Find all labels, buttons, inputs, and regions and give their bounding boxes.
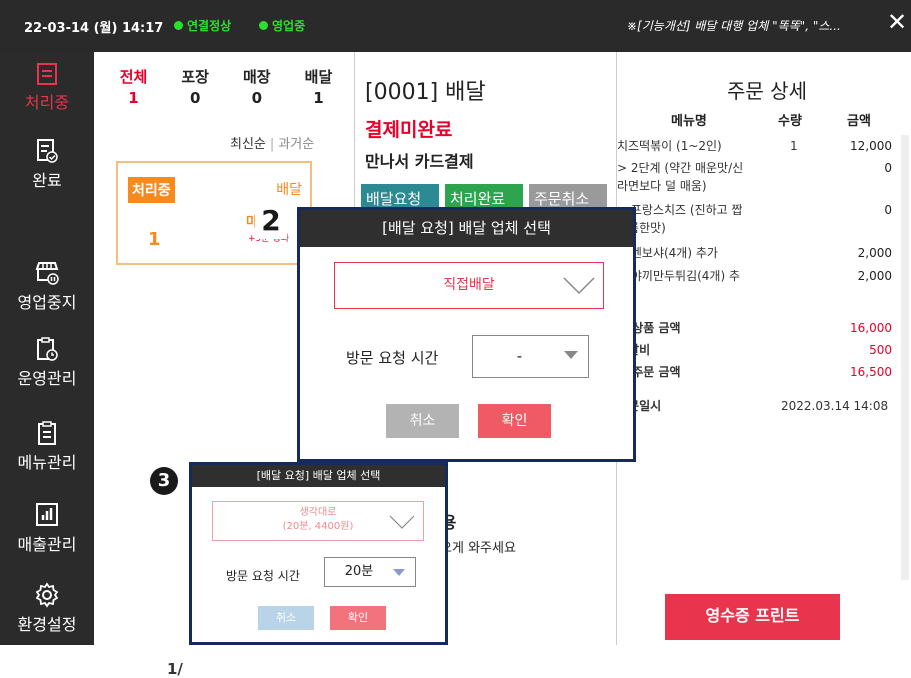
column-amount: 금액 (847, 114, 871, 129)
vendor-select[interactable]: 생각대로 (20분, 4400원) (212, 501, 424, 541)
confirm-button[interactable]: 확인 (478, 404, 551, 438)
sidebar-item-label: 메뉴관리 (17, 453, 77, 472)
sort-past[interactable]: 과거순 (278, 137, 314, 152)
dropdown-arrow-icon (564, 351, 578, 359)
total-amount: 16,000 (850, 321, 892, 335)
payment-method: 만나서 카드결제 (365, 152, 474, 171)
chevron-down-icon (389, 515, 415, 529)
sidebar-item-operations[interactable]: 운영관리 (0, 336, 94, 389)
dialog-title: [배달 요청] 배달 업체 선택 (300, 210, 633, 247)
visit-time-select[interactable]: 20분 (324, 557, 416, 587)
bar-chart-icon (36, 503, 58, 526)
store-pause-icon (35, 262, 59, 285)
tab-count: 0 (251, 89, 263, 107)
payment-status: 결제미완료 (365, 119, 453, 141)
step-marker-2: 2 (255, 203, 287, 239)
sidebar-item-sales[interactable]: 매출관리 (0, 502, 94, 555)
close-icon[interactable]: ✕ (887, 10, 907, 34)
menu-option-amount: 0 (884, 161, 892, 175)
visit-time-value: - (516, 347, 523, 365)
receipt-icon (37, 63, 57, 85)
print-receipt-button[interactable]: 영수증 프린트 (665, 594, 840, 640)
vendor-select[interactable]: 직접배달 (334, 262, 604, 309)
detail-title: 주문 상세 (727, 79, 807, 103)
order-detail-panel: 주문 상세 메뉴명 수량 금액 치즈떡볶이 (1~2인) 1 12,000 > … (617, 52, 911, 645)
request-memo-text: 조심히 오게 와주세요 (440, 541, 516, 556)
chevron-down-icon (563, 277, 595, 295)
sort-options: 최신순 | 과거순 (230, 133, 314, 152)
tab-count: 1 (128, 89, 139, 107)
sidebar-item-label: 처리중 (24, 93, 70, 112)
order-time: 2022.03.14 14:08 (781, 399, 889, 413)
sort-divider: | (269, 137, 275, 152)
notice-text[interactable]: ※[기능개선] 배달 대행 업체 "똑똑", "스... (627, 17, 872, 34)
delivery-vendor-dialog: [배달 요청] 배달 업체 선택 직접배달 방문 요청 시간 - 취소 확인 (297, 207, 636, 462)
sidebar-item-label: 환경설정 (17, 615, 77, 634)
dialog-title: [배달 요청] 배달 업체 선택 (192, 465, 445, 487)
tab-label: 전체 (119, 68, 148, 86)
column-qty: 수량 (778, 114, 802, 129)
sidebar-item-label: 완료 (32, 171, 62, 190)
sidebar-item-label: 매출관리 (17, 535, 77, 554)
tab-label: 배달 (304, 68, 333, 86)
sidebar-item-menu[interactable]: 메뉴관리 (0, 420, 94, 473)
menu-item-amount: 12,000 (850, 139, 892, 153)
tab-label: 매장 (243, 68, 271, 86)
cancel-button[interactable]: 취소 (258, 606, 314, 630)
vendor-select-value: 직접배달 (443, 277, 495, 293)
total-amount: 16,500 (850, 365, 892, 379)
delivery-vendor-dialog-small: [배달 요청] 배달 업체 선택 생각대로 (20분, 4400원) 방문 요청… (189, 462, 448, 645)
visit-time-select[interactable]: - (472, 335, 589, 378)
cancel-button[interactable]: 취소 (386, 404, 459, 438)
menu-item-name: 치즈떡볶이 (1~2인) (617, 139, 722, 153)
top-bar: 22-03-14 (월) 14:17 연결정상 영업중 ※[기능개선] 배달 대… (0, 0, 911, 52)
sidebar-item-label: 영업중지 (17, 293, 77, 312)
receipt-check-icon (37, 139, 58, 163)
order-tabs: 전체 1 포장 0 매장 0 배달 1 (106, 66, 346, 107)
menu-option-name: 라면보다 덜 매움) (617, 179, 707, 193)
sidebar-item-label: 운영관리 (17, 369, 77, 388)
tab-delivery[interactable]: 배달 1 (291, 66, 346, 107)
total-amount: 500 (869, 343, 892, 357)
scrollbar[interactable] (901, 135, 909, 580)
datetime: 22-03-14 (월) 14:17 (24, 21, 164, 36)
visit-time-label: 방문 요청 시간 (346, 349, 439, 367)
sidebar-item-business-pause[interactable]: 영업중지 (0, 260, 94, 313)
visit-time-label: 방문 요청 시간 (226, 569, 300, 583)
menu-option-amount: 2,000 (857, 269, 892, 283)
sidebar-item-settings[interactable]: 환경설정 (0, 582, 94, 635)
clipboard-list-icon (38, 421, 56, 445)
tab-dine-in[interactable]: 매장 0 (229, 66, 284, 107)
visit-time-value: 20분 (344, 564, 374, 579)
order-type: 배달 (276, 182, 302, 198)
order-number: 1 (148, 229, 161, 250)
order-title: [0001] 배달 (365, 80, 486, 105)
tab-label: 포장 (181, 68, 209, 86)
tab-all[interactable]: 전체 1 (106, 66, 161, 107)
column-menu: 메뉴명 (671, 114, 707, 129)
sidebar-item-processing[interactable]: 처리중 (0, 62, 94, 113)
menu-option-amount: 2,000 (857, 246, 892, 260)
dropdown-arrow-icon (393, 569, 405, 576)
connection-status: 연결정상 (174, 17, 231, 34)
menu-option-name: > 2단계 (약간 매운맛/신 (617, 161, 744, 175)
page-indicator: 1/ (167, 660, 183, 678)
tab-count: 1 (313, 89, 324, 107)
menu-item-qty: 1 (790, 139, 798, 153)
tab-takeout[interactable]: 포장 0 (168, 66, 223, 107)
gear-icon (35, 582, 59, 608)
sidebar-item-complete[interactable]: 완료 (0, 138, 94, 191)
status-badge: 처리중 (128, 177, 175, 203)
business-status: 영업중 (259, 17, 305, 34)
step-marker-3: 3 (150, 467, 178, 495)
tab-count: 0 (189, 89, 201, 107)
confirm-button[interactable]: 확인 (330, 606, 386, 630)
menu-option-amount: 0 (884, 203, 892, 217)
request-memo-title: 요청사항 없음 / 내용 (440, 513, 457, 532)
clipboard-clock-icon (37, 337, 58, 361)
sidebar: 처리중 완료 영업중지 운영관리 메뉴관리 매출관리 환경설정 (0, 52, 94, 645)
sort-latest[interactable]: 최신순 (230, 137, 266, 152)
